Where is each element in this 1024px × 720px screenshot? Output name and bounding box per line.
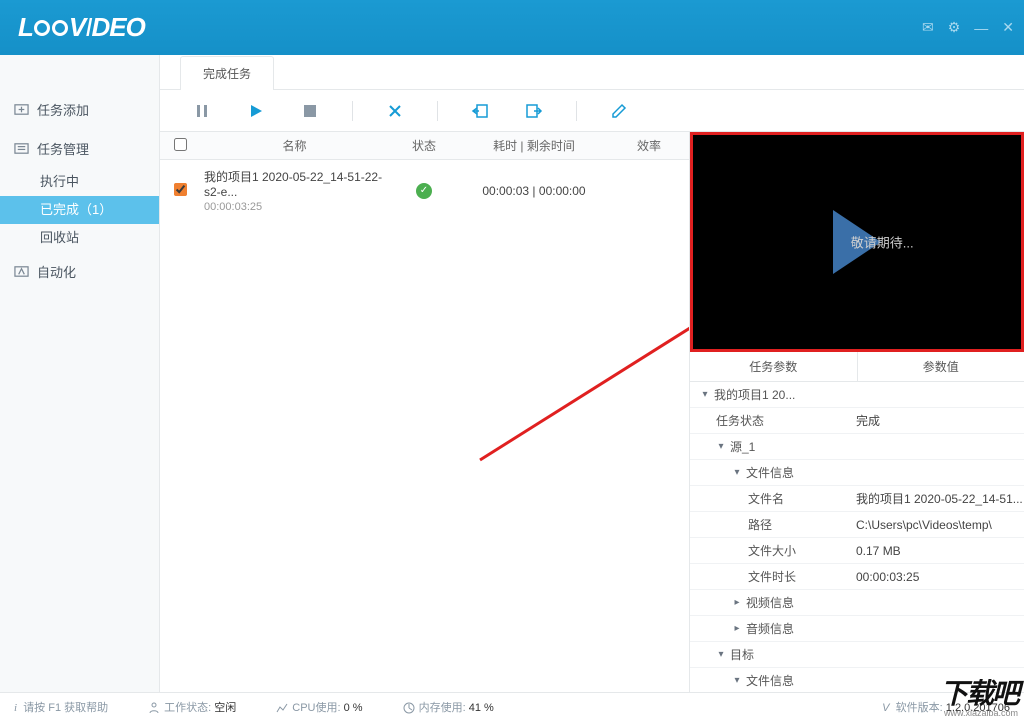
caret-down-icon[interactable]: ▾ <box>732 675 742 686</box>
sidebar-item-automation[interactable]: 自动化 <box>0 252 159 291</box>
status-help: i 请按 F1 获取帮助 <box>14 699 108 715</box>
col-time[interactable]: 耗时 | 剩余时间 <box>459 137 609 154</box>
sidebar-item-add-task[interactable]: 任务添加 <box>0 90 159 129</box>
params-col-task: 任务参数 <box>690 352 858 381</box>
param-row: 文件大小0.17 MB <box>690 538 1024 564</box>
task-duration: 00:00:03:25 <box>204 201 389 213</box>
param-row[interactable]: ▾文件信息 <box>690 460 1024 486</box>
video-preview[interactable]: 敬请期待... <box>690 132 1024 352</box>
sidebar-item-task-mgmt[interactable]: 任务管理 <box>0 129 159 168</box>
param-row[interactable]: ▾目标 <box>690 642 1024 668</box>
param-row: 路径C:\Users\pc\Videos\temp\ <box>690 512 1024 538</box>
grid-header: 名称 状态 耗时 | 剩余时间 效率 <box>160 132 689 160</box>
params-body: ▾我的项目1 20... 任务状态完成 ▾源_1 ▾文件信息 文件名我的项目1 … <box>690 382 1024 692</box>
export-button[interactable] <box>522 99 546 123</box>
status-done-icon: ✓ <box>416 183 432 199</box>
param-row[interactable]: ▾源_1 <box>690 434 1024 460</box>
minimize-icon[interactable]: — <box>974 20 988 36</box>
sidebar: 任务添加 任务管理 执行中 已完成（1） 回收站 自动化 <box>0 55 160 692</box>
window-controls: ✉ ⚙ — ✕ <box>922 19 1014 36</box>
param-row: 文件时长00:00:03:25 <box>690 564 1024 590</box>
import-button[interactable] <box>468 99 492 123</box>
status-bar: i 请按 F1 获取帮助 工作状态: 空闲 CPU使用: 0 % 内存使用: 4… <box>0 692 1024 720</box>
status-cpu: CPU使用: 0 % <box>276 699 362 715</box>
toolbar <box>160 90 1024 132</box>
param-row[interactable]: ▸视频信息 <box>690 590 1024 616</box>
tabs-bar: 完成任务 <box>160 55 1024 90</box>
arrow-annotation <box>460 220 689 480</box>
select-all-checkbox[interactable] <box>174 138 187 151</box>
param-row: 文件名我的项目1 2020-05-22_14-51... <box>690 486 1024 512</box>
main-area: 完成任务 名称 状态 耗时 | 剩余时间 效率 <box>160 55 1024 692</box>
param-row: 任务状态完成 <box>690 408 1024 434</box>
close-icon[interactable]: ✕ <box>1002 19 1014 36</box>
caret-right-icon[interactable]: ▸ <box>732 597 742 608</box>
caret-right-icon[interactable]: ▸ <box>732 623 742 634</box>
sidebar-label: 自动化 <box>37 262 76 281</box>
row-checkbox[interactable] <box>174 183 187 196</box>
stop-button[interactable] <box>298 99 322 123</box>
caret-down-icon[interactable]: ▾ <box>716 441 726 452</box>
task-time: 00:00:03 | 00:00:00 <box>459 184 609 198</box>
param-row[interactable]: ▸音频信息 <box>690 616 1024 642</box>
caret-down-icon[interactable]: ▾ <box>732 467 742 478</box>
sidebar-sub-running[interactable]: 执行中 <box>0 168 159 196</box>
caret-down-icon[interactable]: ▾ <box>716 649 726 660</box>
preview-text: 敬请期待... <box>851 233 914 252</box>
task-row[interactable]: 我的项目1 2020-05-22_14-51-22-s2-e... 00:00:… <box>160 160 689 221</box>
edit-button[interactable] <box>607 99 631 123</box>
task-name: 我的项目1 2020-05-22_14-51-22-s2-e... <box>204 168 389 199</box>
col-eff[interactable]: 效率 <box>609 137 689 154</box>
col-name[interactable]: 名称 <box>200 137 389 154</box>
sidebar-label: 任务添加 <box>37 100 89 119</box>
play-button[interactable] <box>244 99 268 123</box>
sidebar-sub-completed[interactable]: 已完成（1） <box>0 196 159 224</box>
sidebar-sub-recycle[interactable]: 回收站 <box>0 224 159 252</box>
col-status[interactable]: 状态 <box>389 137 459 154</box>
param-row[interactable]: ▾我的项目1 20... <box>690 382 1024 408</box>
app-logo: LVIDEO <box>18 12 145 43</box>
right-panel: 敬请期待... 任务参数 参数值 ▾我的项目1 20... 任务状态完成 ▾源_… <box>689 132 1024 692</box>
watermark: 下载吧 www.xiazaiba.com <box>940 672 1018 718</box>
tab-completed[interactable]: 完成任务 <box>180 56 274 90</box>
delete-button[interactable] <box>383 99 407 123</box>
params-header: 任务参数 参数值 <box>690 352 1024 382</box>
pause-button[interactable] <box>190 99 214 123</box>
mail-icon[interactable]: ✉ <box>922 19 934 36</box>
status-mem: 内存使用: 41 % <box>403 699 494 715</box>
status-work: 工作状态: 空闲 <box>148 699 236 715</box>
settings-icon[interactable]: ⚙ <box>948 19 961 36</box>
sidebar-label: 任务管理 <box>37 139 89 158</box>
title-bar: LVIDEO ✉ ⚙ — ✕ <box>0 0 1024 55</box>
grid-body: 我的项目1 2020-05-22_14-51-22-s2-e... 00:00:… <box>160 160 689 692</box>
params-col-value: 参数值 <box>858 352 1024 381</box>
caret-down-icon[interactable]: ▾ <box>700 389 710 400</box>
